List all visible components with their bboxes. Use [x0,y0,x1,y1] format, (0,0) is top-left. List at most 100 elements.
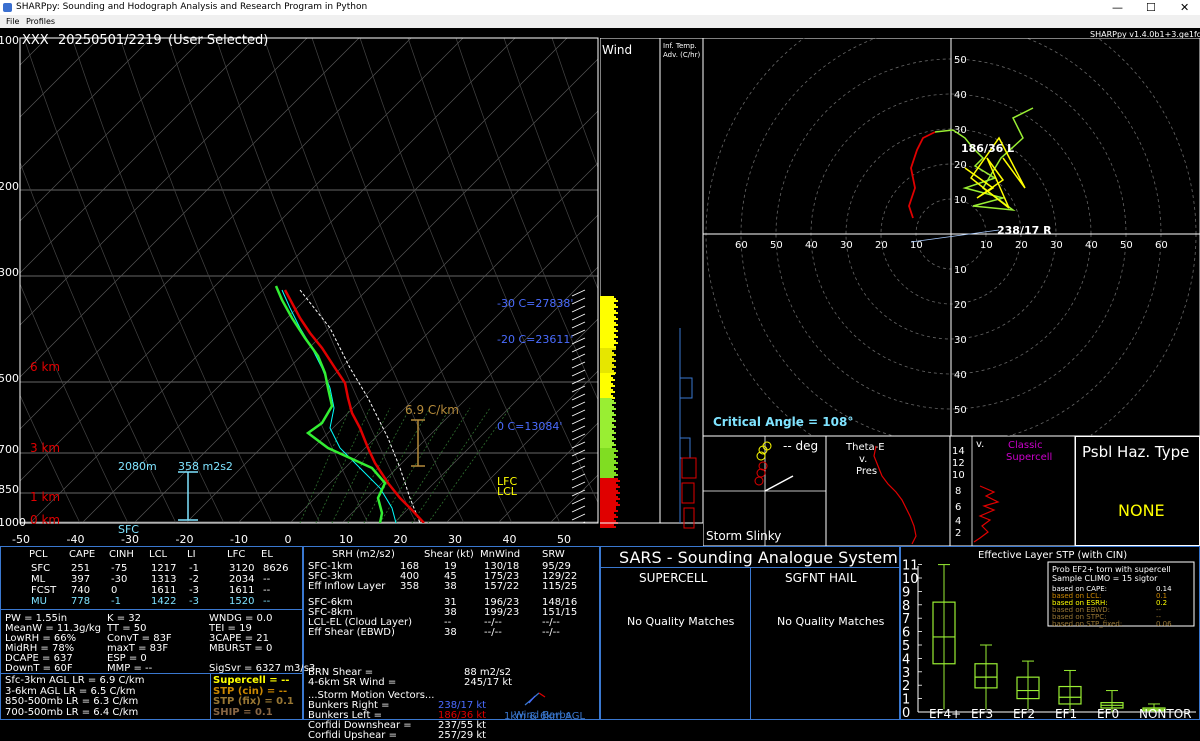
wind-speed-bar [600,322,616,324]
version-label: SHARPpy v1.4.0b1+3.ge1fd0638 [1090,30,1200,39]
wind-speed-bar [600,460,616,462]
storm-right-label: 238/17 R [997,224,1052,237]
parcel-cell: -2 [189,574,199,585]
stp-y-tick: 8 [902,599,910,614]
wind-speed-bar [600,430,614,432]
wind-speed-bar [600,379,615,381]
sars-hail-title: SGFNT HAIL [785,571,857,585]
wind-speed-bar [600,428,612,430]
supercell-label: Supercell [1006,452,1052,463]
isotherm-line [289,214,598,523]
menu-profiles[interactable]: Profiles [26,15,55,28]
dry-adiabat [71,38,273,523]
hodo-ring-label: 40 [805,240,818,251]
kinematics-header: MnWind [480,549,521,560]
wind-barb [571,345,586,353]
wind-barb [571,329,586,337]
wind-speed-bar [600,296,614,298]
kinematics-header: SRW [542,549,565,560]
hodograph-panel[interactable]: 1010101020202020303030304040404050505050… [703,38,1200,436]
sr-wind-value: 245/17 kt [464,677,513,688]
wind-speed-bar [600,391,615,393]
wind-speed-bar [600,458,614,460]
parcel-header: PCL [29,549,48,560]
storm-motion-value: 257/29 kt [438,730,487,741]
stp-y-tick: 3 [902,666,910,681]
wind-barb [571,409,586,417]
parcel-cell: -- [263,596,271,607]
stp-y-tick: 7 [902,612,910,627]
wind-speed-bar [600,482,616,484]
wind-speed-bar [600,326,614,328]
parcel-cell: 1611 [151,585,177,596]
wind-speed-bar [600,422,612,424]
wind-speed-bar [600,324,618,326]
critical-angle: Critical Angle = 108° [713,415,853,429]
wind-barb [571,425,586,433]
skewt-panel[interactable]: 100 200 300 500 700 850 1000 -50 -40 -30 -2… [0,28,600,546]
wind-speed-bar [600,410,612,412]
hodo-ring-label: 10 [954,265,967,276]
wind-barb [571,321,586,329]
wind-barb [571,513,586,521]
svg-text:10: 10 [952,470,965,481]
wind-speed-bar [600,466,616,468]
parcel-cell: 1520 [229,596,255,607]
hodo-ring-label: 40 [954,90,967,101]
wind-speed-bar [600,328,616,330]
wind-speed-bar [600,316,616,318]
menu-file[interactable]: File [6,15,19,28]
wind-speed-bar [600,406,614,408]
stp-legend-value: 0.06 [1156,620,1172,628]
parcel-cell: SFC [31,563,51,574]
composite-list: Supercell = -- STP (cin) = -- STP (fix) … [213,675,294,718]
skewt-grid [20,38,598,523]
lapse-rate-item: Sfc-3km AGL LR = 6.9 C/km [5,675,145,686]
hodo-ring-label: 20 [954,160,967,171]
eff-srh-label: 358 m2s2 [178,460,233,473]
wind-speed-bar [600,446,612,448]
wind-speed-bar [600,334,616,336]
datetime-label: 20250501/2219 [58,33,162,48]
parcel-cell: FCST [31,585,57,596]
dry-adiabat [263,38,465,523]
kinematics-cell: 157/22 [484,581,520,592]
temp-tick-label: -40 [67,533,85,546]
minimize-button[interactable]: — [1112,0,1123,15]
dry-adiabat [455,38,598,401]
parcel-cell: -30 [111,574,128,585]
wind-speed-bar [600,358,614,360]
wind-speed-bar [600,502,618,504]
svg-text:Sample CLIMO = 15 sigtor: Sample CLIMO = 15 sigtor [1052,574,1158,583]
window-title: SHARPpy: Sounding and Hodograph Analysis… [16,2,368,12]
wind-speed-bar [600,514,616,516]
eff-inflow-depth: 2080m [118,460,157,473]
storm-motion-label: Corfidi Upshear = [308,730,397,741]
wind-speed-bar [600,498,620,500]
lapse-rate-list: Sfc-3km AGL LR = 6.9 C/km 3-6km AGL LR =… [5,675,145,718]
pressure-label: 850 [0,483,19,496]
wind-speed-bar [600,512,614,514]
stp-category-label: NONTOR [1139,707,1192,720]
hodo-ring-label: 10 [954,195,967,206]
isotherm-line [29,38,516,523]
wind-speed-bar [600,416,612,418]
wind-speed-bar [600,368,612,370]
vrot-panel: 14 12 10 8 6 4 2 v. Classic Supercell [950,436,1075,546]
wind-speed-bar [600,454,616,456]
maximize-button[interactable]: ☐ [1146,0,1156,15]
wind-speed-bar [600,362,612,364]
parcel-table: PCL CAPE CINH LCL LI LFC EL SFC 251 -75 1217 -1 3120… [1,547,302,611]
parcel-header: CINH [109,549,134,560]
parcel-cell: 778 [71,596,91,607]
parcel-cell: -75 [111,563,128,574]
parcel-cell: 8626 [263,563,289,574]
wind-speed-bar [600,404,612,406]
close-button[interactable]: ✕ [1180,0,1189,15]
parcel-header: LI [187,549,196,560]
station-label: XXX [22,33,49,48]
wind-speed-bar [600,488,616,490]
temp-tick-label: 10 [339,533,353,546]
stp-fix: STP (fix) = 0.1 [213,696,294,707]
wind-speed-bar [600,418,614,420]
